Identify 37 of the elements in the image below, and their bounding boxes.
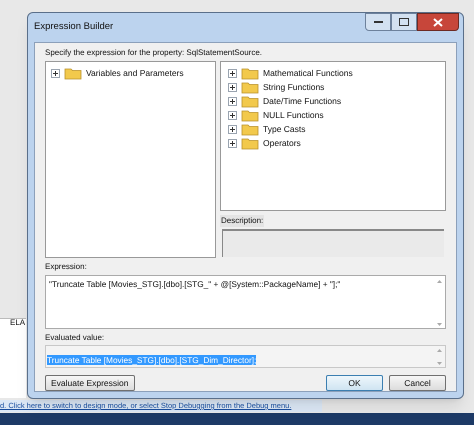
tree-item[interactable]: Type Casts — [263, 124, 306, 134]
folder-icon — [64, 66, 82, 80]
ok-button[interactable]: OK — [326, 375, 383, 391]
tree-item[interactable]: Variables and Parameters — [86, 68, 184, 78]
expand-icon[interactable] — [228, 68, 237, 78]
expand-icon[interactable] — [51, 68, 60, 78]
maximize-icon — [399, 18, 409, 26]
tree-item[interactable]: Operators — [263, 138, 301, 148]
tree-item[interactable]: NULL Functions — [263, 110, 324, 120]
minimize-button[interactable] — [365, 13, 391, 31]
tree-item[interactable]: Date/Time Functions — [263, 96, 342, 106]
expand-icon[interactable] — [228, 110, 237, 120]
folder-icon — [241, 94, 259, 108]
description-label: Description: — [220, 215, 264, 227]
item-label: ELA — [10, 317, 26, 329]
folder-icon — [241, 66, 259, 80]
tree-item[interactable]: Mathematical Functions — [263, 68, 353, 78]
minimize-icon — [374, 20, 382, 24]
tree-item[interactable]: String Functions — [263, 82, 324, 92]
expand-icon[interactable] — [228, 82, 237, 92]
evaluate-expression-button[interactable]: Evaluate Expression — [45, 375, 134, 391]
cancel-button[interactable]: Cancel — [389, 375, 446, 391]
folder-icon — [241, 80, 259, 94]
maximize-button[interactable] — [391, 13, 417, 31]
expand-icon[interactable] — [228, 138, 237, 148]
expand-icon[interactable] — [228, 124, 237, 134]
expand-icon[interactable] — [228, 96, 237, 106]
window-title: Expression Builder — [34, 20, 114, 34]
folder-icon — [241, 108, 259, 122]
folder-icon — [241, 136, 259, 150]
expression-field[interactable]: "Truncate Table [Movies_STG].[dbo].[STG_" + @[System::PackageName] + "];" — [45, 275, 446, 329]
close-icon — [433, 18, 443, 26]
folder-icon — [241, 122, 259, 136]
close-button[interactable] — [417, 13, 459, 31]
prompt-text: Specify the expression for the property: SqlStatementSource. — [45, 47, 264, 59]
expression-label: Expression: — [45, 261, 88, 273]
evaluated-value-label: Evaluated value: — [45, 332, 106, 344]
